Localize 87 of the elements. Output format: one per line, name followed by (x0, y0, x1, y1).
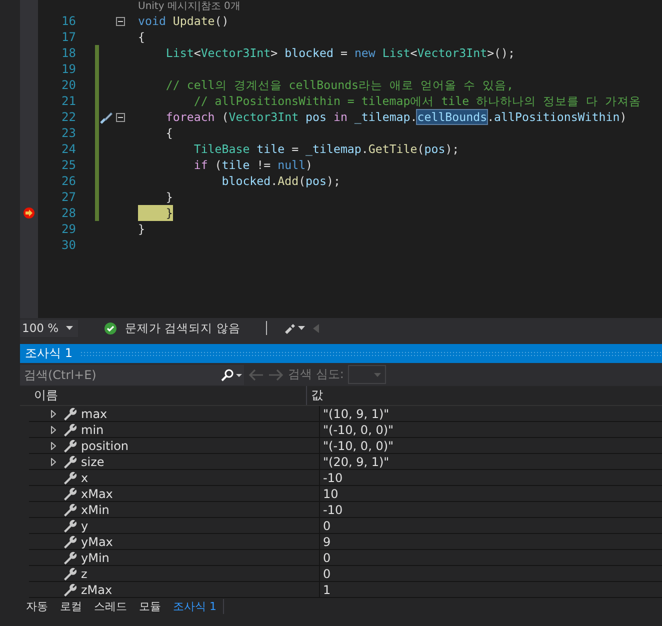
search-icon[interactable] (220, 364, 244, 384)
property-value: "(10, 9, 1)" (323, 406, 390, 420)
line-number: 21 (60, 93, 76, 109)
property-name: max (81, 406, 108, 420)
property-name: y (81, 518, 88, 532)
panel-tab[interactable]: 모듈 (133, 599, 167, 614)
wrench-icon (63, 534, 77, 548)
line-number: 28 (60, 205, 76, 221)
wrench-icon (63, 550, 77, 564)
wrench-icon (63, 422, 77, 436)
expand-icon[interactable] (51, 410, 56, 418)
wrench-icon (63, 502, 77, 516)
property-name: yMin (81, 550, 110, 564)
caret-icon[interactable] (66, 326, 73, 330)
collapse-icon[interactable] (116, 112, 125, 122)
line-number: 30 (60, 237, 76, 253)
expand-icon[interactable] (51, 426, 56, 434)
line-number: 27 (60, 189, 76, 205)
zoom-dropdown[interactable]: 100 % (20, 320, 78, 336)
wrench-icon (63, 486, 77, 500)
wrench-icon (63, 470, 77, 484)
breakpoint-arrow-icon[interactable] (23, 207, 35, 219)
code-line: // allPositionsWithin = tilemap에서 tile 하나하나의 정보를 다 가져옴 (192, 93, 642, 109)
property-value: 10 (323, 486, 338, 500)
property-value: "(-10, 0, 0)" (323, 438, 394, 452)
wrench-icon (63, 582, 77, 596)
panel-tab[interactable]: 로컬 (54, 599, 88, 614)
property-value: -10 (323, 502, 343, 516)
wrench-icon (63, 454, 77, 468)
codelens-text[interactable]: Unity 메시지|참조 0개 (138, 0, 240, 12)
property-name: xMax (81, 486, 113, 500)
issues-status[interactable]: 문제가 검색되지 않음 (125, 320, 240, 336)
panel-title: 조사식 1 (25, 345, 72, 362)
wrench-icon (63, 566, 77, 580)
code-line: TileBase tile = _tilemap.GetTile(pos); (192, 141, 460, 157)
brush-icon[interactable] (283, 322, 306, 334)
property-value: "(-10, 0, 0)" (323, 422, 394, 436)
property-name: yMax (81, 534, 113, 548)
code-line: foreach (Vector3Int pos in _tilemap.cellBounds.allPositionsWithin) (164, 109, 627, 125)
panel-tab[interactable]: 스레드 (88, 599, 133, 614)
wrench-icon (63, 518, 77, 532)
wrench-icon (63, 438, 77, 452)
column-header[interactable]: 값 (306, 386, 662, 405)
column-header[interactable]: 이름 (20, 386, 306, 405)
code-line: if (tile != null) (192, 157, 313, 173)
line-number: 22 (60, 109, 76, 125)
property-value: 0 (323, 550, 331, 564)
property-value: -10 (323, 470, 343, 484)
screwdriver-icon[interactable] (99, 110, 114, 124)
property-value: 1 (323, 582, 331, 596)
code-line: { (138, 29, 145, 45)
collapse-icon[interactable] (116, 16, 125, 26)
line-number: 17 (60, 29, 76, 45)
check-icon (104, 322, 117, 334)
wrench-icon (63, 406, 77, 420)
code-line: blocked.Add(pos); (220, 173, 340, 189)
line-number: 29 (60, 221, 76, 237)
code-line: // cell의 경계선을 cellBounds라는 애로 얻어올 수 있음, (164, 77, 514, 93)
property-value: 0 (323, 518, 331, 532)
search-field[interactable]: 검색(Ctrl+E) (20, 364, 220, 384)
property-value: 0 (323, 566, 331, 580)
property-name: z (81, 566, 88, 580)
property-name: zMax (81, 582, 112, 596)
code-line: void Update() (138, 13, 229, 29)
code-line: } (164, 189, 173, 205)
line-number: 16 (60, 13, 76, 29)
line-number: 19 (60, 61, 76, 77)
line-number: 25 (60, 157, 76, 173)
expand-icon[interactable] (51, 458, 56, 466)
code-line: List<Vector3Int> blocked = new List<Vector3Int>(); (164, 45, 515, 61)
line-number: 18 (60, 45, 76, 61)
panel-tab[interactable]: 자동 (20, 599, 54, 614)
property-name: size (81, 454, 104, 468)
property-name: min (81, 422, 104, 436)
property-name: x (81, 470, 88, 484)
property-name: position (81, 438, 129, 452)
property-value: 9 (323, 534, 331, 548)
property-name: xMin (81, 502, 110, 516)
code-line: } (138, 221, 145, 237)
line-number: 24 (60, 141, 76, 157)
expand-icon[interactable] (51, 442, 56, 450)
line-number: 20 (60, 77, 76, 93)
line-number: 23 (60, 125, 76, 141)
line-number: 26 (60, 173, 76, 189)
search-depth-label: 검색 심도: (288, 366, 344, 383)
code-line: { (164, 125, 173, 141)
property-value: "(20, 9, 1)" (323, 454, 390, 468)
